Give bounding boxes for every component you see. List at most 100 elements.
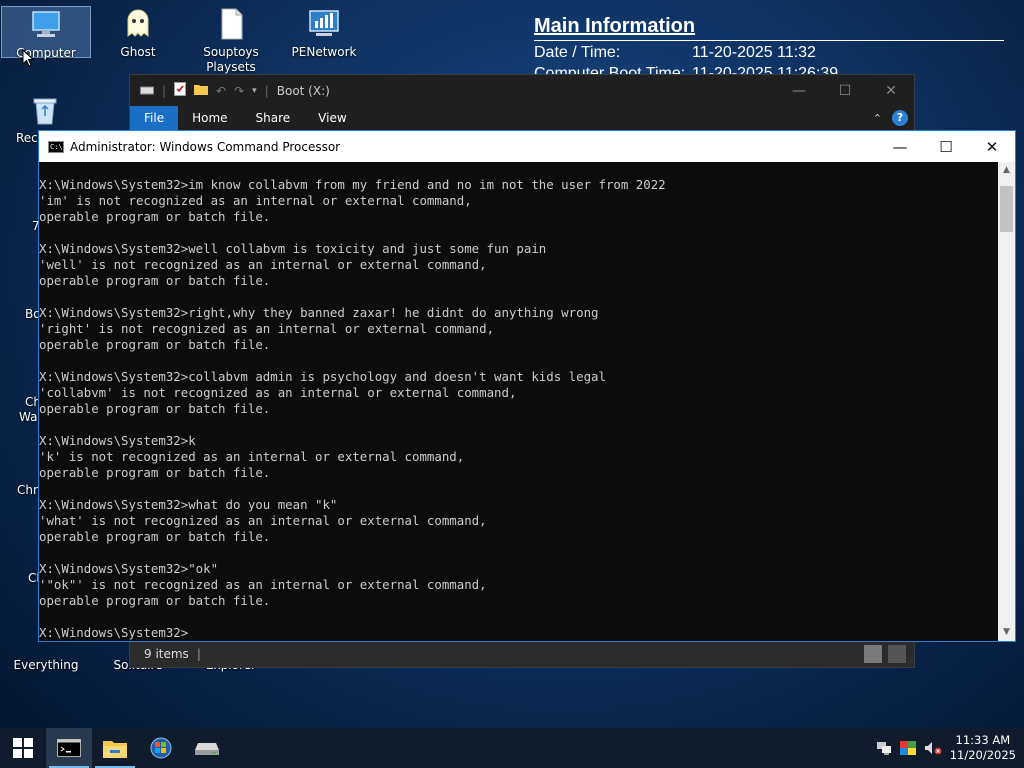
scroll-down-icon[interactable]: ▼ xyxy=(998,624,1015,641)
explorer-title: Boot (X:) xyxy=(276,83,330,98)
view-switcher xyxy=(864,645,914,663)
close-icon[interactable]: ✕ xyxy=(969,131,1015,162)
scroll-up-icon[interactable]: ▲ xyxy=(998,162,1015,179)
cmd-title: Administrator: Windows Command Processor xyxy=(70,139,341,154)
computer-icon xyxy=(28,7,64,43)
desktop-icon-everything[interactable]: Everything xyxy=(1,658,91,673)
console-line: operable program or batch file. xyxy=(39,465,271,480)
properties-icon[interactable] xyxy=(174,82,187,99)
console-line: operable program or batch file. xyxy=(39,273,271,288)
cmd-titlebar[interactable]: C:\ Administrator: Windows Command Proce… xyxy=(39,131,1015,162)
help-icon[interactable]: ? xyxy=(892,110,908,126)
separator: | xyxy=(196,647,201,661)
taskbar-cmd[interactable] xyxy=(46,728,92,768)
clock-time: 11:33 AM xyxy=(955,733,1011,747)
console-line: X:\Windows\System32>"ok" xyxy=(39,561,219,576)
console-line: 'k' is not recognized as an internal or … xyxy=(39,449,465,464)
explorer-titlebar[interactable]: | ↶ ↷ ▾ | Boot (X:) — ☐ ✕ xyxy=(130,75,914,106)
tab-share[interactable]: Share xyxy=(242,106,305,130)
tab-view[interactable]: View xyxy=(304,106,360,130)
display-tray-icon[interactable] xyxy=(899,741,916,755)
desktop-icon-computer[interactable]: Computer xyxy=(1,6,91,60)
console-line: X:\Windows\System32>collabvm admin is ps… xyxy=(39,369,606,384)
folder-icon xyxy=(103,741,127,758)
system-tray: 11:33 AM 11/20/2025 xyxy=(876,733,1024,763)
drive-icon[interactable] xyxy=(140,84,154,98)
vertical-scrollbar[interactable]: ▲ ▼ xyxy=(998,162,1015,641)
taskbar-drive[interactable] xyxy=(184,728,230,768)
large-icons-view-icon[interactable] xyxy=(888,645,906,663)
tab-file[interactable]: File xyxy=(130,106,179,130)
bginfo-row: Date / Time: 11-20-2025 11:32 xyxy=(534,44,1004,62)
chevron-up-icon[interactable]: ⌃ xyxy=(873,112,882,125)
taskbar-clock[interactable]: 11:33 AM 11/20/2025 xyxy=(950,733,1016,763)
console-line: 'im' is not recognized as an internal or… xyxy=(39,193,472,208)
console-line: '"ok"' is not recognized as an internal … xyxy=(39,577,487,592)
recycle-bin-icon[interactable] xyxy=(31,96,59,126)
desktop-icon-penetwork[interactable]: PENetwork xyxy=(279,6,369,60)
taskbar: 11:33 AM 11/20/2025 xyxy=(0,728,1024,768)
close-icon[interactable]: ✕ xyxy=(868,83,914,99)
cmd-window[interactable]: C:\ Administrator: Windows Command Proce… xyxy=(38,130,1016,642)
separator: | xyxy=(264,83,269,98)
cmd-icon xyxy=(57,739,81,757)
minimize-icon[interactable]: — xyxy=(877,131,923,162)
customize-dropdown-icon[interactable]: ▾ xyxy=(252,86,257,96)
volume-muted-icon[interactable] xyxy=(924,741,942,755)
tab-home[interactable]: Home xyxy=(178,106,241,130)
windows-orb-icon xyxy=(150,737,172,759)
taskbar-ie[interactable] xyxy=(138,728,184,768)
console-line: operable program or batch file. xyxy=(39,337,271,352)
desktop-icon-label: Ghost xyxy=(120,45,156,59)
redo-icon[interactable]: ↷ xyxy=(234,84,244,98)
bginfo-panel: Main Information Date / Time: 11-20-2025… xyxy=(534,15,1004,83)
console-line: 'well' is not recognized as an internal … xyxy=(39,257,487,272)
minimize-icon[interactable]: — xyxy=(776,83,822,99)
mouse-cursor-icon xyxy=(22,49,34,67)
console-line: operable program or batch file. xyxy=(39,401,271,416)
quick-access-toolbar: | ↶ ↷ ▾ | xyxy=(130,82,269,99)
scrollbar-thumb[interactable] xyxy=(1000,186,1013,232)
maximize-icon[interactable]: ☐ xyxy=(822,83,868,99)
cmd-icon: C:\ xyxy=(48,140,64,153)
undo-icon[interactable]: ↶ xyxy=(216,84,226,98)
item-count: 9 items xyxy=(144,647,189,661)
desktop-icon-label: PENetwork xyxy=(291,45,357,59)
console-line: X:\Windows\System32>k xyxy=(39,433,196,448)
explorer-ribbon: File Home Share View ⌃ ? xyxy=(130,106,914,130)
start-button[interactable] xyxy=(0,728,46,768)
taskbar-explorer[interactable] xyxy=(92,728,138,768)
console-line: operable program or batch file. xyxy=(39,529,271,544)
bginfo-key: Date / Time: xyxy=(534,44,621,61)
console-line: operable program or batch file. xyxy=(39,593,271,608)
details-view-icon[interactable] xyxy=(864,645,882,663)
separator: | xyxy=(162,83,167,98)
maximize-icon[interactable]: ☐ xyxy=(923,131,969,162)
desktop-icon-souptoys[interactable]: Souptoys Playsets xyxy=(186,6,276,75)
desktop-icon-ghost[interactable]: Ghost xyxy=(93,6,183,60)
new-folder-icon[interactable] xyxy=(194,83,209,98)
desktop-icon-label: Souptoys Playsets xyxy=(203,45,259,74)
windows-logo-icon xyxy=(13,738,33,758)
clock-date: 11/20/2025 xyxy=(949,748,1016,762)
network-tray-icon[interactable] xyxy=(876,741,892,755)
bginfo-value: 11-20-2025 11:32 xyxy=(692,44,816,61)
network-icon xyxy=(306,6,342,42)
console-line: X:\Windows\System32>im know collabvm fro… xyxy=(39,177,666,192)
console-line: 'right' is not recognized as an internal… xyxy=(39,321,495,336)
explorer-statusbar: 9 items | xyxy=(130,641,914,667)
console-line: 'collabvm' is not recognized as an inter… xyxy=(39,385,517,400)
console-line: X:\Windows\System32>right,why they banne… xyxy=(39,305,599,320)
file-icon xyxy=(213,6,249,42)
console-line: 'what' is not recognized as an internal … xyxy=(39,513,487,528)
window-controls: — ☐ ✕ xyxy=(776,83,914,99)
console-output[interactable]: X:\Windows\System32>im know collabvm fro… xyxy=(39,162,998,641)
drive-icon xyxy=(195,743,219,755)
